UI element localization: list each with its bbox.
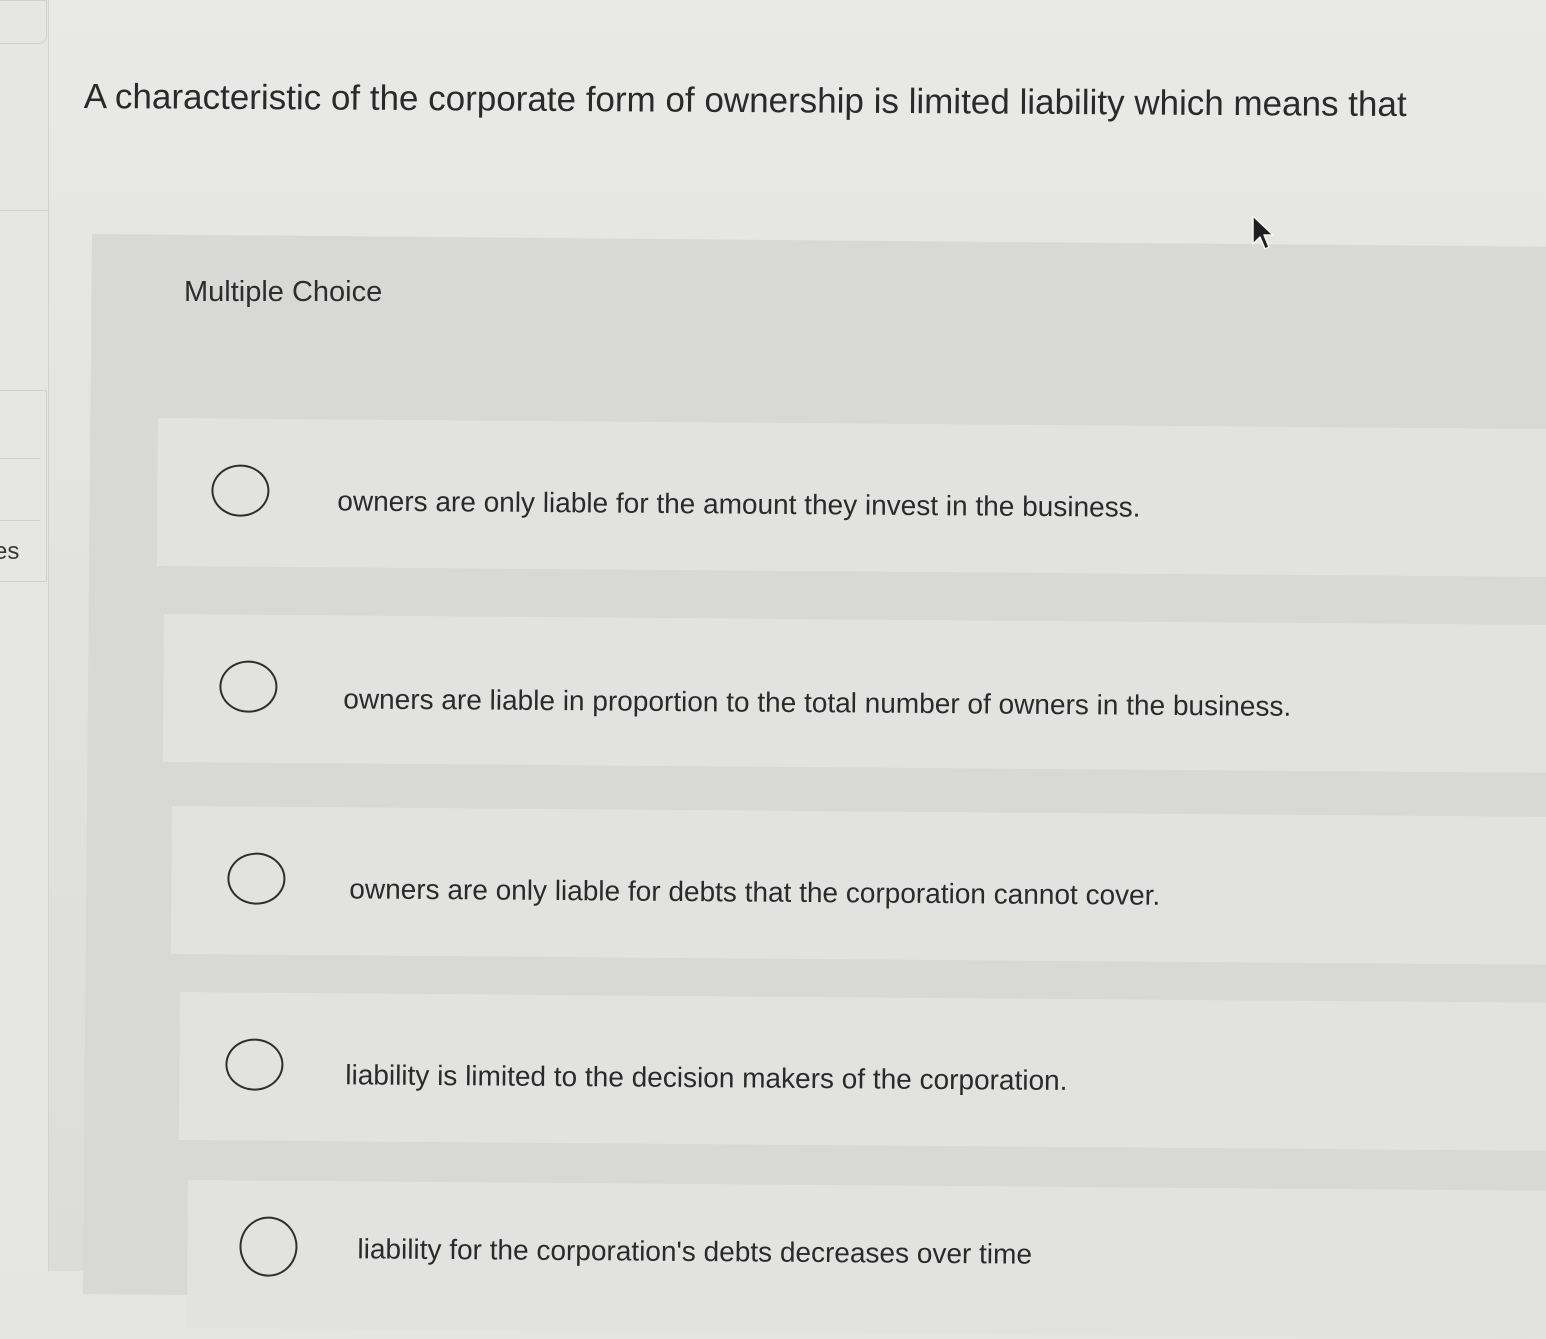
question-prompt: A characteristic of the corporate form o…: [83, 76, 1407, 125]
answer-option-label[interactable]: owners are liable in proportion to the t…: [343, 683, 1291, 722]
rail-partial-label[interactable]: es: [0, 538, 19, 566]
answer-option-label[interactable]: liability is limited to the decision mak…: [345, 1059, 1067, 1097]
answer-option-label[interactable]: owners are only liable for the amount th…: [337, 485, 1140, 523]
radio-unchecked-icon[interactable]: [225, 1038, 284, 1091]
answer-option[interactable]: liability is limited to the decision mak…: [178, 992, 1546, 1151]
radio-unchecked-icon[interactable]: [211, 464, 270, 517]
answer-option[interactable]: owners are only liable for the amount th…: [156, 418, 1546, 577]
rail-top-tab[interactable]: [0, 0, 47, 44]
radio-unchecked-icon[interactable]: [219, 660, 278, 713]
answer-option[interactable]: owners are only liable for debts that th…: [170, 806, 1546, 965]
radio-unchecked-icon[interactable]: [239, 1216, 298, 1277]
answer-option-label[interactable]: liability for the corporation's debts de…: [357, 1233, 1032, 1270]
rail-divider: [0, 458, 40, 459]
answer-option[interactable]: owners are liable in proportion to the t…: [162, 614, 1546, 773]
mouse-pointer-icon: [1252, 215, 1274, 250]
answer-option-label[interactable]: owners are only liable for debts that th…: [349, 873, 1160, 911]
question-type-title: Multiple Choice: [184, 276, 383, 308]
rail-divider: [0, 210, 48, 211]
rail-divider: [0, 520, 40, 521]
radio-unchecked-icon[interactable]: [227, 852, 286, 905]
left-navigation-rail: [0, 0, 49, 1271]
answer-option[interactable]: liability for the corporation's debts de…: [186, 1180, 1546, 1339]
